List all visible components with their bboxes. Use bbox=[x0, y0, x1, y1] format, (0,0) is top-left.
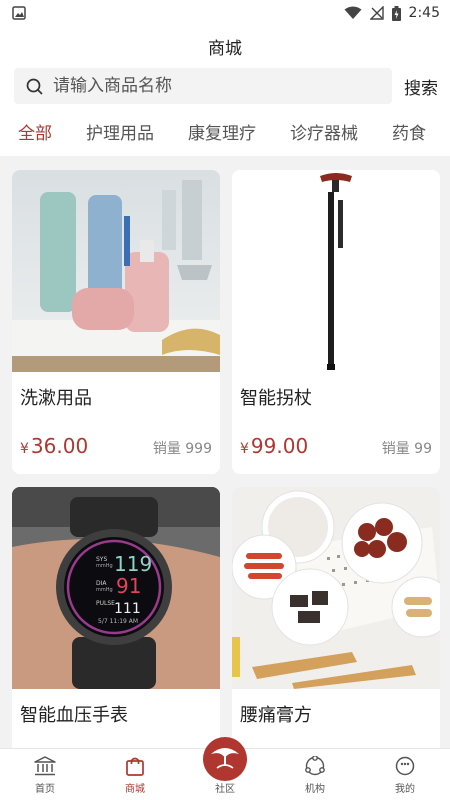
svg-text:PULSE: PULSE bbox=[96, 600, 115, 607]
product-price: ¥36.00 bbox=[20, 434, 88, 458]
product-price: ¥99.00 bbox=[240, 434, 308, 458]
nav-home[interactable]: 首页 bbox=[0, 749, 90, 800]
product-sales: 销量 99 bbox=[381, 441, 432, 457]
product-image-bp-watch: SYS mmHg 119 DIA mmHg 91 PULSE 111 5/7 1… bbox=[12, 487, 220, 689]
search-box[interactable] bbox=[14, 68, 392, 104]
product-card[interactable]: SYS mmHg 119 DIA mmHg 91 PULSE 111 5/7 1… bbox=[12, 487, 220, 748]
tab-medical-devices[interactable]: 诊疗器械 bbox=[290, 119, 358, 144]
wifi-icon bbox=[344, 6, 362, 19]
category-tabs: 全部 护理用品 康复理疗 诊疗器械 药食 bbox=[0, 110, 450, 152]
product-name: 智能血压手表 bbox=[20, 705, 128, 726]
product-name: 洗漱用品 bbox=[20, 388, 92, 409]
product-list: 洗漱用品 ¥36.00 销量 999 智能拐杖 ¥99.00 销量 99 SYS… bbox=[0, 156, 450, 748]
svg-text:DIA: DIA bbox=[96, 580, 107, 587]
community-bubble bbox=[203, 737, 247, 781]
search-input[interactable] bbox=[53, 76, 373, 96]
shopping-bag-icon bbox=[126, 757, 144, 776]
smiley-icon bbox=[395, 756, 415, 776]
watch-dia-value: 91 bbox=[116, 574, 141, 598]
tab-rehabilitation[interactable]: 康复理疗 bbox=[188, 119, 256, 144]
nav-mine[interactable]: 我的 bbox=[360, 749, 450, 800]
status-time: 2:45 bbox=[408, 5, 440, 21]
price-value: 36.00 bbox=[30, 434, 89, 458]
bank-icon bbox=[34, 756, 56, 776]
battery-icon bbox=[391, 5, 401, 21]
watch-sys-value: 119 bbox=[114, 552, 152, 576]
tab-care-products[interactable]: 护理用品 bbox=[86, 119, 154, 144]
product-card[interactable]: 腰痛膏方 bbox=[232, 487, 440, 748]
no-signal-icon bbox=[369, 6, 384, 20]
product-image-herbal-paste bbox=[232, 487, 440, 689]
product-name: 腰痛膏方 bbox=[240, 705, 312, 726]
currency-symbol: ¥ bbox=[20, 441, 29, 457]
product-card[interactable]: 洗漱用品 ¥36.00 销量 999 bbox=[12, 170, 220, 474]
gallery-icon bbox=[12, 6, 26, 20]
tab-food-medicine[interactable]: 药食 bbox=[392, 119, 426, 144]
status-bar: 2:45 bbox=[0, 0, 450, 26]
watch-date: 5/7 11:19 AM bbox=[98, 618, 138, 625]
nav-label-mine: 我的 bbox=[395, 784, 415, 795]
price-value: 99.00 bbox=[250, 434, 309, 458]
search-button[interactable]: 搜索 bbox=[404, 74, 438, 99]
nav-community[interactable]: 社区 bbox=[180, 737, 270, 800]
product-name: 智能拐杖 bbox=[240, 388, 312, 409]
page-title: 商城 bbox=[208, 38, 242, 59]
product-sales: 销量 999 bbox=[152, 441, 212, 457]
crane-logo-icon bbox=[211, 748, 239, 769]
product-image-smart-cane bbox=[232, 170, 440, 372]
network-icon bbox=[305, 756, 325, 776]
search-row: 搜索 bbox=[14, 68, 438, 104]
nav-institution[interactable]: 机构 bbox=[270, 749, 360, 800]
nav-label-community: 社区 bbox=[215, 784, 235, 795]
svg-text:mmHg: mmHg bbox=[96, 563, 113, 569]
svg-text:mmHg: mmHg bbox=[96, 587, 113, 593]
search-icon bbox=[26, 78, 43, 94]
tab-all[interactable]: 全部 bbox=[18, 119, 52, 144]
product-card[interactable]: 智能拐杖 ¥99.00 销量 99 bbox=[232, 170, 440, 474]
nav-label-mall: 商城 bbox=[125, 784, 145, 795]
nav-label-home: 首页 bbox=[35, 784, 55, 795]
bottom-nav: 首页 商城 社区 机构 我的 bbox=[0, 737, 450, 800]
nav-label-institution: 机构 bbox=[305, 784, 325, 795]
svg-text:SYS: SYS bbox=[96, 556, 107, 563]
nav-mall[interactable]: 商城 bbox=[90, 749, 180, 800]
product-image-toiletries bbox=[12, 170, 220, 372]
watch-pulse-value: 111 bbox=[114, 601, 141, 617]
page-title-bar: 商城 bbox=[0, 26, 450, 66]
currency-symbol: ¥ bbox=[240, 441, 249, 457]
